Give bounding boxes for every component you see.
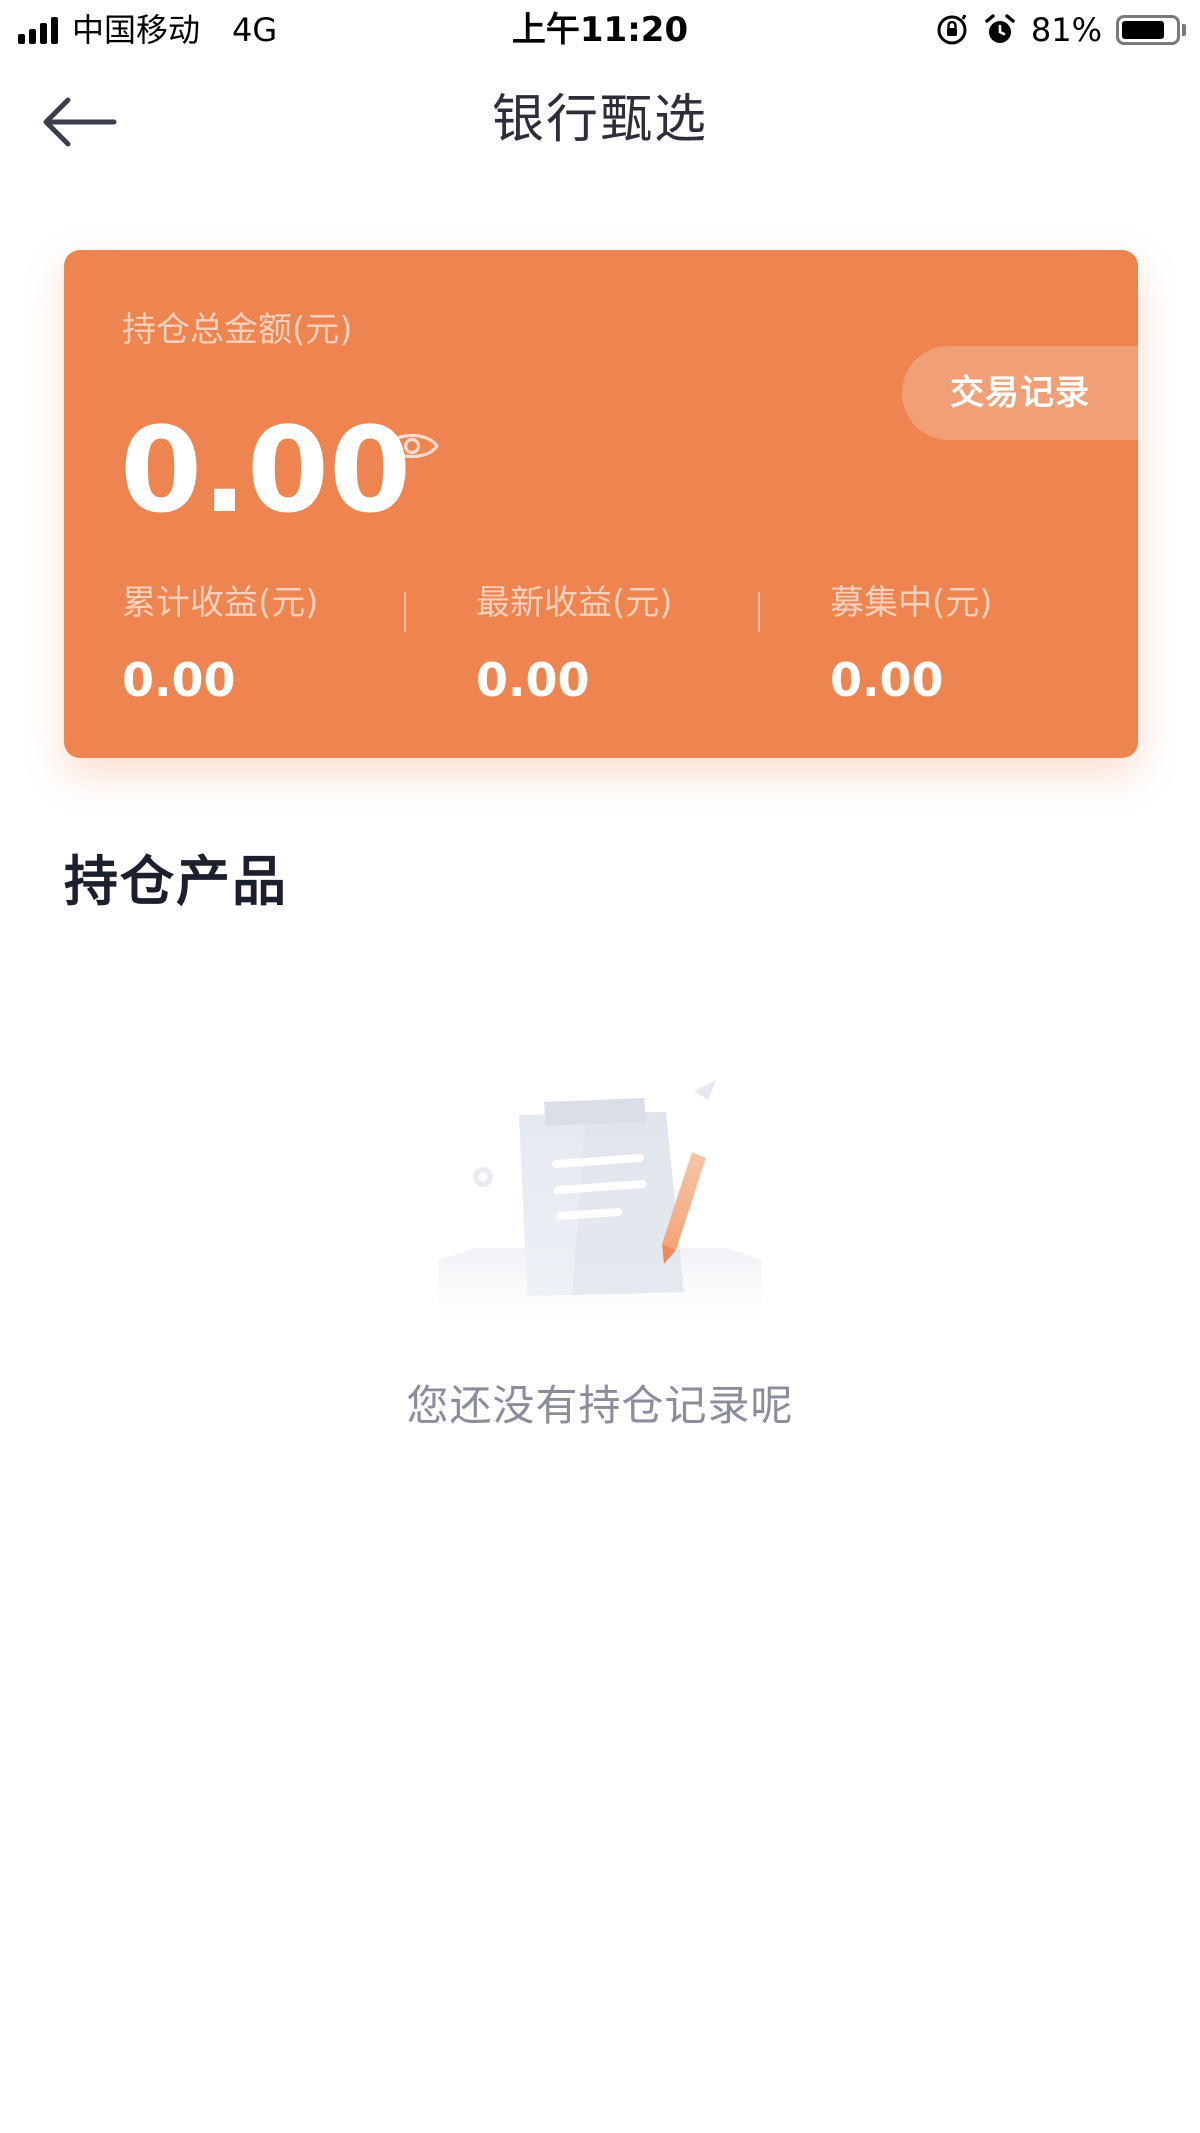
stat-divider	[758, 592, 760, 632]
stat-value: 0.00	[830, 653, 944, 707]
page-title: 银行甄选	[491, 90, 708, 150]
page: 中国移动 4G 上午11:20 81% 银行甄选 持仓总金额(元) 交易记录 0…	[0, 0, 1200, 2133]
battery-icon	[1116, 15, 1186, 45]
status-bar: 中国移动 4G 上午11:20 81%	[0, 0, 1200, 60]
stat-label: 募集中(元)	[830, 583, 993, 623]
battery-percent: 81%	[1030, 11, 1102, 49]
stat-cumulative-earnings: 累计收益(元) 0.00	[122, 580, 319, 708]
stat-raising: 募集中(元) 0.00	[830, 580, 993, 708]
status-right: 81%	[935, 10, 1186, 50]
eye-icon[interactable]	[384, 426, 440, 466]
clipboard-pencil-icon	[438, 1080, 762, 1322]
stat-label: 最新收益(元)	[476, 583, 673, 623]
stat-label: 累计收益(元)	[122, 583, 319, 623]
trade-record-button[interactable]: 交易记录	[902, 346, 1138, 440]
stat-value: 0.00	[476, 653, 590, 707]
empty-state-message: 您还没有持仓记录呢	[406, 1381, 794, 1430]
orientation-lock-icon	[937, 14, 967, 45]
alarm-clock-icon	[985, 14, 1015, 43]
stat-value: 0.00	[122, 653, 236, 707]
holdings-summary-card: 持仓总金额(元) 交易记录 0.00 累计收益(元) 0.00 最新收益(元) …	[64, 250, 1138, 758]
stat-latest-earnings: 最新收益(元) 0.00	[476, 580, 673, 708]
stat-divider	[404, 592, 406, 632]
nav-bar: 银行甄选	[0, 60, 1200, 180]
total-amount-label: 持仓总金额(元)	[122, 310, 353, 350]
total-amount-value: 0.00	[120, 401, 412, 539]
holdings-section-title: 持仓产品	[64, 850, 288, 913]
